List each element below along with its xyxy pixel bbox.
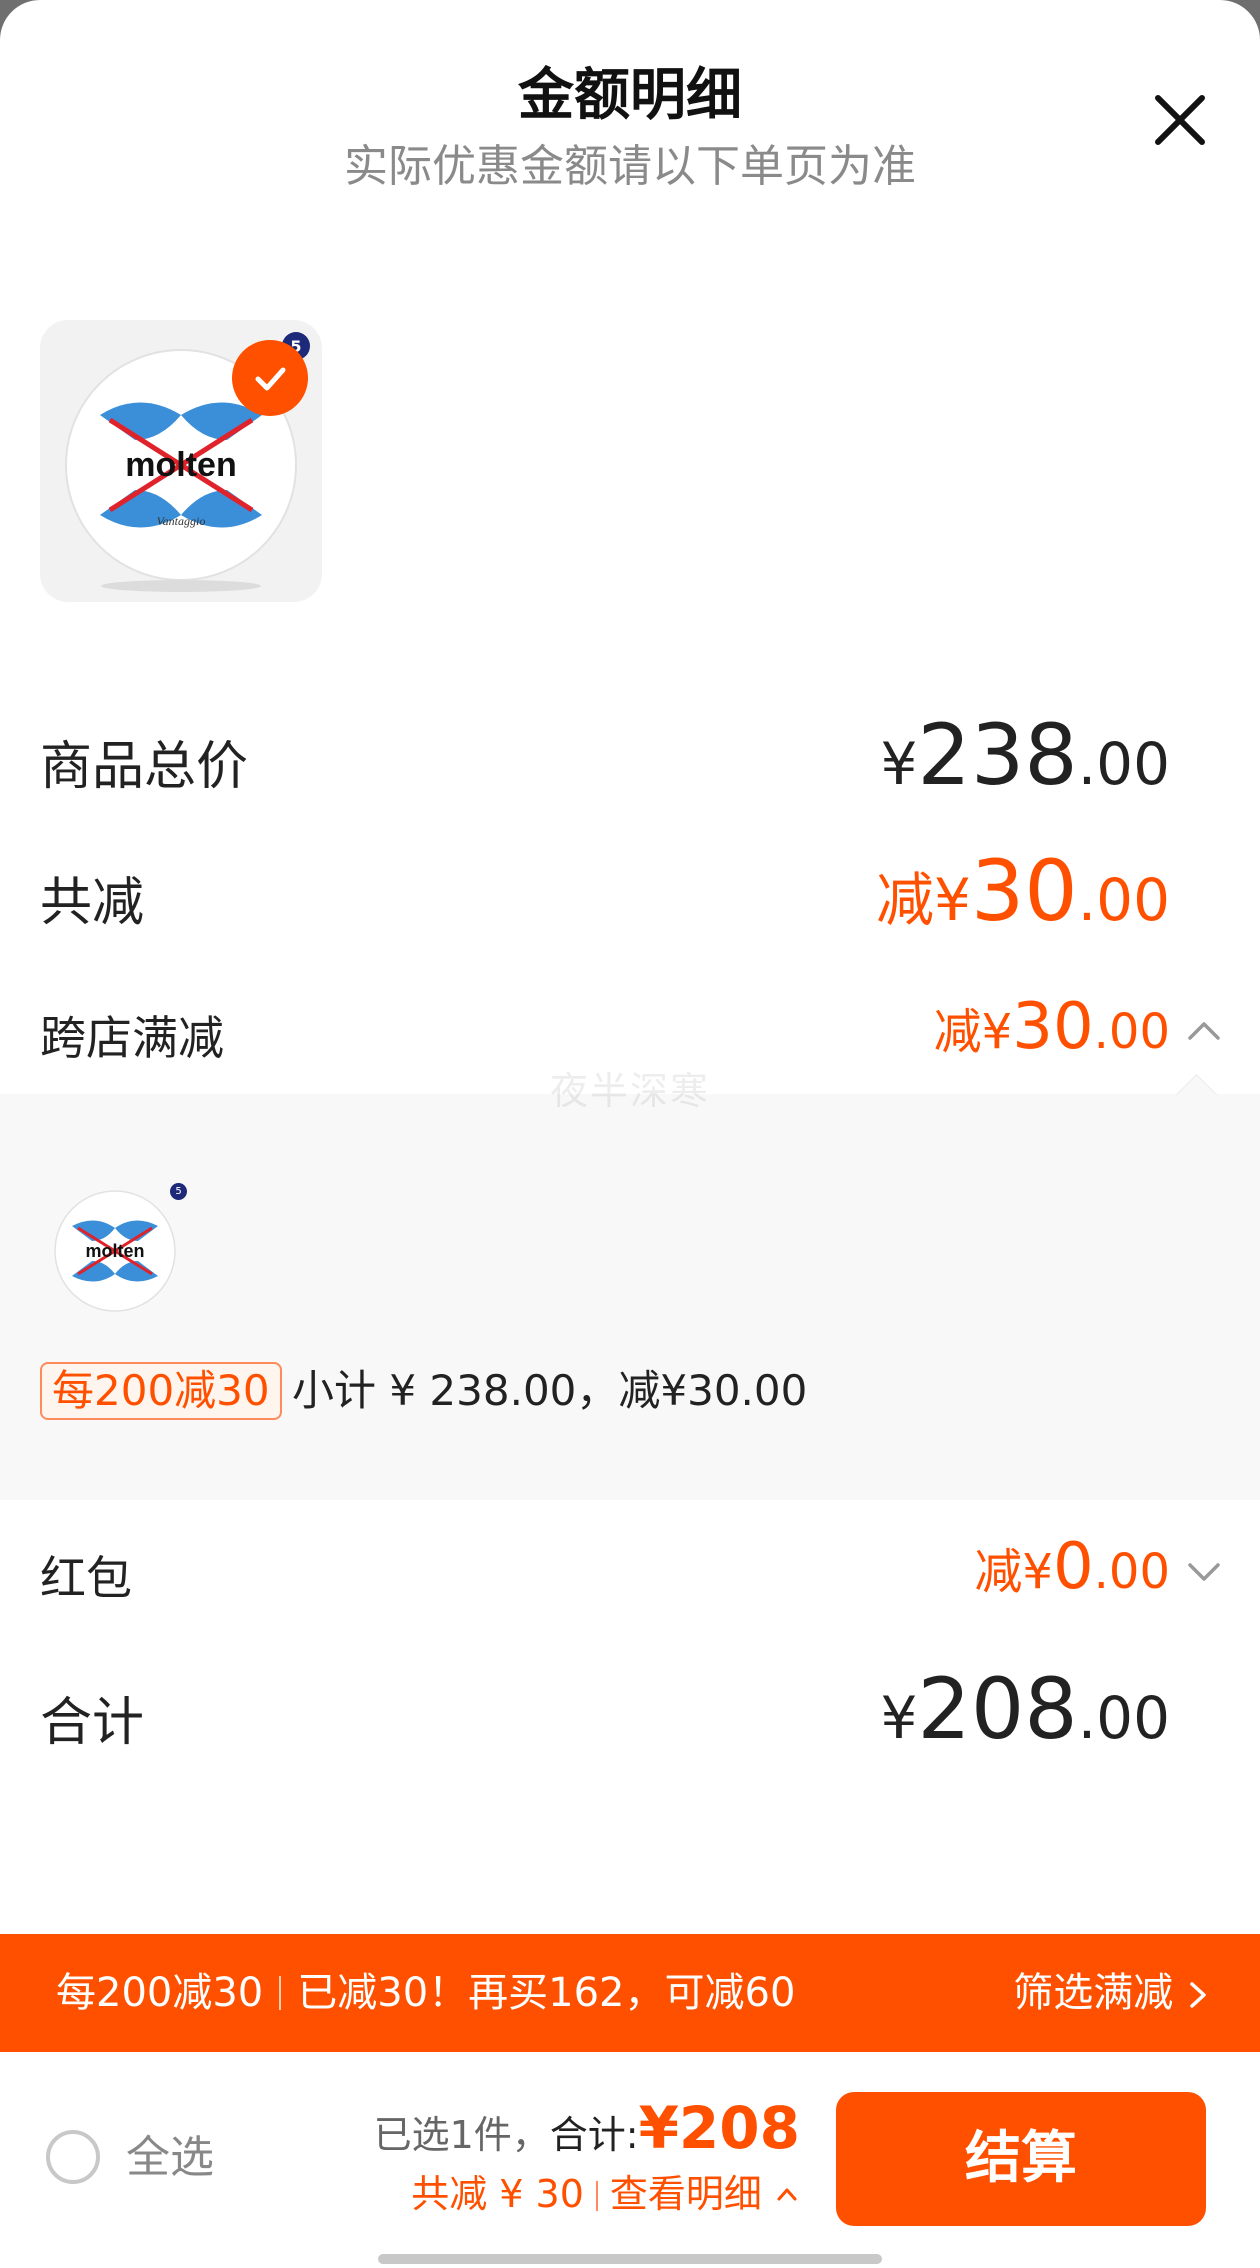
selected-check-icon[interactable] bbox=[232, 340, 308, 416]
small-product-image: molten bbox=[54, 1190, 176, 1312]
promo-banner-text: 每200减30 已减30！再买162，可减60 bbox=[56, 1970, 796, 2016]
total-value: ¥208.00 bbox=[880, 1660, 1171, 1758]
small-ball-brand-text: molten bbox=[85, 1241, 144, 1261]
small-size-badge: 5 bbox=[170, 1183, 187, 1200]
chevron-down-icon[interactable] bbox=[1184, 1552, 1224, 1592]
total-discount-value: 减¥30.00 bbox=[875, 842, 1170, 940]
view-detail-link: 查看明细 bbox=[609, 2172, 762, 2216]
cross-store-discount-value[interactable]: 减¥30.00 bbox=[934, 990, 1170, 1064]
ball-model-text: Vantaggio bbox=[157, 514, 206, 528]
promo-tag: 每200减30 bbox=[40, 1362, 282, 1420]
ball-brand-text: molten bbox=[125, 446, 236, 484]
watermark-text: 夜半深寒 bbox=[549, 1069, 710, 1113]
cross-store-discount-label: 跨店满减 bbox=[40, 1011, 224, 1065]
promo-banner: 每200减30 已减30！再买162，可减60 筛选满减 bbox=[0, 1934, 1260, 2052]
select-all-label[interactable]: 全选 bbox=[126, 2130, 214, 2186]
page-subtitle: 实际优惠金额请以下单页为准 bbox=[344, 141, 916, 192]
total-discount-label: 共减 bbox=[40, 873, 145, 933]
footer-total-value: ¥208 bbox=[638, 2094, 800, 2162]
chevron-up-icon[interactable] bbox=[1184, 1010, 1224, 1050]
red-packet-label: 红包 bbox=[40, 1551, 132, 1605]
chevron-up-small-icon bbox=[777, 2188, 797, 2201]
promo-subtotal-text: 小计 ¥ 238.00，减¥30.00 bbox=[292, 1366, 808, 1415]
red-packet-value[interactable]: 减¥0.00 bbox=[974, 1530, 1170, 1604]
discount-summary[interactable]: 共减 ¥ 30 查看明细 bbox=[411, 2164, 800, 2224]
cross-store-detail-panel bbox=[0, 1094, 1260, 1500]
filter-promo-button[interactable]: 筛选满减 bbox=[1013, 1934, 1210, 2052]
chevron-right-icon bbox=[1190, 1982, 1206, 2008]
close-icon[interactable] bbox=[1148, 88, 1212, 152]
page-title: 金额明细 bbox=[518, 63, 742, 128]
amount-detail-sheet: 金额明细 实际优惠金额请以下单页为准 molten Vantaggio 5 商品… bbox=[0, 0, 1260, 2268]
goods-total-value: ¥238.00 bbox=[880, 706, 1171, 804]
home-indicator bbox=[378, 2254, 882, 2264]
select-all-radio[interactable] bbox=[46, 2130, 100, 2184]
checkout-button[interactable]: 结算 bbox=[836, 2092, 1206, 2226]
goods-total-label: 商品总价 bbox=[40, 737, 249, 797]
total-label: 合计 bbox=[40, 1693, 145, 1753]
